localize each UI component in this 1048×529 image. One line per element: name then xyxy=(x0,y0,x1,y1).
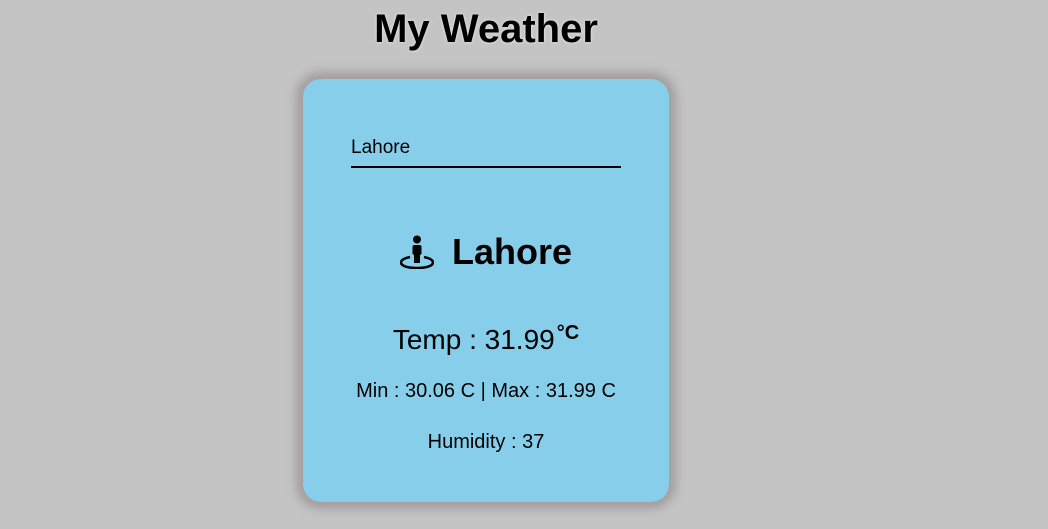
temp-unit: °C xyxy=(556,322,580,344)
temp-label: Temp : xyxy=(392,324,485,355)
temp-value: 31.99 xyxy=(484,324,555,355)
city-search-input[interactable] xyxy=(351,131,621,164)
max-value: 31.99 xyxy=(545,380,596,402)
min-max-separator: | xyxy=(475,380,492,402)
temperature: Temp : 31.99 °C xyxy=(303,313,669,360)
humidity: Humidity : 37 xyxy=(303,429,669,455)
min-value: 30.06 xyxy=(405,380,456,402)
min-label: Min : xyxy=(356,380,405,402)
max-unit: C xyxy=(595,380,616,402)
max-label: Max : xyxy=(491,380,546,402)
weather-card: Lahore Temp : 31.99°C Min : 30.06 C | Ma… xyxy=(303,79,669,502)
humidity-value: 37 xyxy=(522,431,545,453)
page-title: My Weather xyxy=(374,7,598,51)
search-field[interactable] xyxy=(351,131,621,168)
min-max-temperature: Min : 30.06 C | Max : 31.99 C xyxy=(303,378,669,404)
humidity-label: Humidity : xyxy=(427,431,523,453)
min-unit: C xyxy=(455,380,476,402)
street-view-icon xyxy=(399,235,434,269)
city-name: Lahore xyxy=(451,231,573,272)
city-heading: Lahore xyxy=(303,227,669,277)
